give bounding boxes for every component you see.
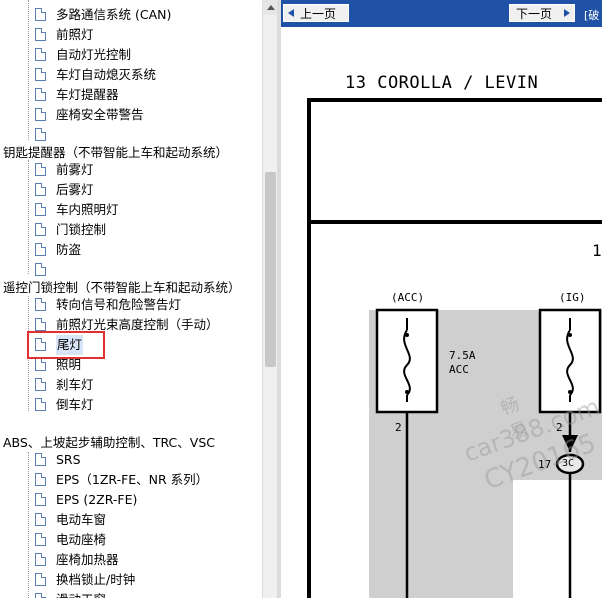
diagram-pane: 上一页 下一页 [破 13 COROLLA / LEVIN 1 (ACC) (I… [281, 0, 602, 598]
document-icon [35, 493, 46, 506]
page-number: 1 [592, 241, 602, 260]
pin-number: 2 [395, 421, 402, 434]
fuse-acc-label: (ACC) [391, 291, 425, 304]
document-icon [35, 593, 46, 598]
tree-scrollbar[interactable] [262, 0, 278, 598]
document-icon [35, 453, 46, 466]
document-icon [35, 358, 46, 371]
document-icon [35, 398, 46, 411]
document-icon [35, 553, 46, 566]
scroll-up-arrow-icon[interactable] [263, 0, 278, 15]
fuse-name: ACC [449, 363, 469, 376]
tree-guide-line [28, 160, 29, 274]
document-icon [35, 128, 46, 141]
document-icon [35, 48, 46, 61]
document-icon [35, 473, 46, 486]
document-icon [35, 223, 46, 236]
document-icon [35, 183, 46, 196]
wiring-diagram [307, 98, 602, 598]
document-icon [35, 573, 46, 586]
document-icon [35, 263, 46, 276]
document-icon [35, 318, 46, 331]
highlight-box [27, 331, 105, 359]
scrollbar-thumb[interactable] [265, 172, 276, 367]
document-icon [35, 68, 46, 81]
document-icon [35, 243, 46, 256]
document-icon [35, 88, 46, 101]
document-icon [35, 298, 46, 311]
document-icon [35, 533, 46, 546]
document-icon [35, 513, 46, 526]
document-icon [35, 163, 46, 176]
fuse-ig-label: (IG) [559, 291, 586, 304]
fuse-rating: 7.5A [449, 349, 476, 362]
tree-guide-line [28, 0, 29, 140]
document-icon [35, 28, 46, 41]
document-icon [35, 8, 46, 21]
document-icon [35, 108, 46, 121]
navigation-tree[interactable]: 多路通信系统 (CAN) 前照灯 自动灯光控制 车灯自动熄灭系统 车灯提醒器 座… [0, 0, 262, 598]
panel-cutout [513, 480, 602, 598]
tree-guide-line [28, 452, 29, 598]
document-icon [35, 378, 46, 391]
tree-group-key-reminder[interactable]: 钥匙提醒器（不带智能上车和起动系统） [3, 143, 228, 163]
document-icon [35, 203, 46, 216]
tree-group-abs[interactable]: ABS、上坡起步辅助控制、TRC、VSC [3, 433, 215, 453]
